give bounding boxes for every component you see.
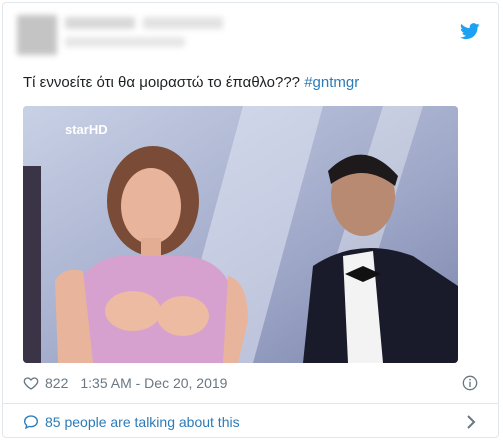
chevron-right-icon[interactable] (466, 415, 476, 429)
footer-divider (3, 403, 498, 404)
tweet-media-image[interactable]: starHD (23, 106, 458, 363)
author-name-blurred[interactable] (65, 17, 135, 29)
like-count[interactable]: 822 (45, 375, 68, 391)
tweet-text: Τί εννοείτε ότι θα μοιραστώ το έπαθλο???… (23, 73, 359, 93)
twitter-bird-icon[interactable] (460, 23, 480, 40)
embedded-tweet-card[interactable]: Τί εννοείτε ότι θα μοιραστώ το έπαθλο???… (2, 2, 499, 438)
author-name-blurred-2[interactable] (143, 17, 223, 29)
heart-icon[interactable] (23, 375, 39, 391)
hashtag-link[interactable]: #gntmgr (304, 74, 359, 91)
tweet-author-header[interactable] (3, 3, 498, 67)
tweet-timestamp[interactable]: 1:35 AM - Dec 20, 2019 (80, 375, 227, 391)
conversation-link[interactable]: 85 people are talking about this (23, 414, 240, 430)
speech-bubble-icon (23, 415, 39, 430)
tweet-meta: 822 1:35 AM - Dec 20, 2019 (23, 373, 227, 393)
author-handle-blurred[interactable] (65, 37, 185, 47)
info-icon[interactable] (462, 375, 478, 391)
author-avatar-blurred[interactable] (17, 15, 57, 55)
talking-about-label[interactable]: 85 people are talking about this (45, 414, 240, 430)
media-watermark: starHD (65, 122, 108, 137)
tweet-body: Τί εννοείτε ότι θα μοιραστώ το έπαθλο??? (23, 74, 301, 91)
media-scene: starHD (23, 106, 458, 363)
